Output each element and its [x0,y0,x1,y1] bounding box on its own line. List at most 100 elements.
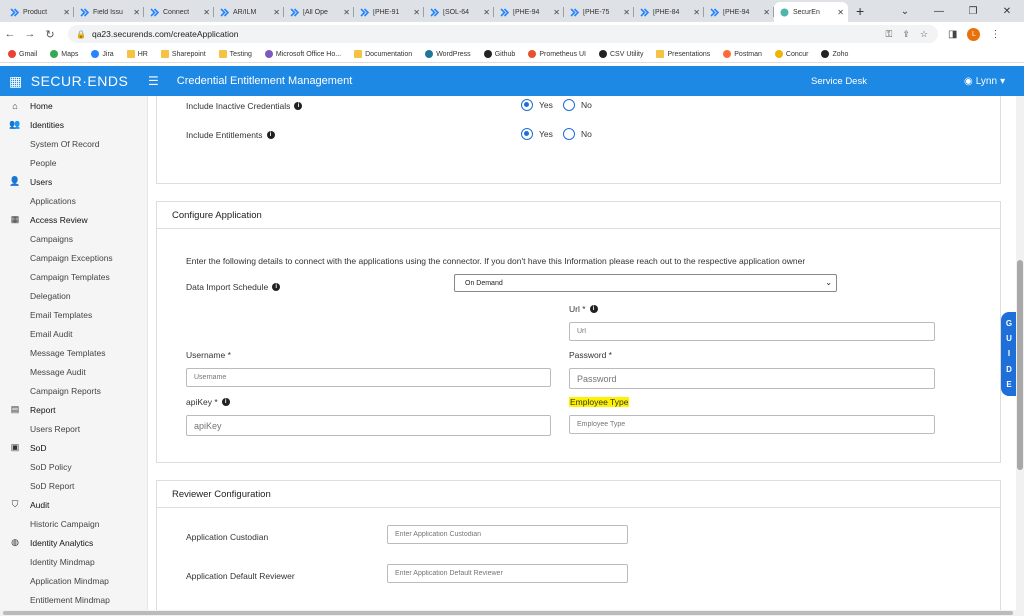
sidebar-item-campaigns[interactable]: Campaigns [0,229,147,248]
sidebar-item-home[interactable]: ⌂ Home [0,96,147,115]
sidebar-item-historic-campaign[interactable]: Historic Campaign [0,514,147,533]
radio-unselected-icon[interactable] [563,128,575,140]
bookmark-item[interactable]: Testing [218,50,252,58]
close-tab-icon[interactable]: ✕ [553,8,560,17]
close-tab-icon[interactable]: ✕ [623,8,630,17]
sidebar-item-access-review[interactable]: ▦ Access Review [0,210,147,229]
sidebar-item-identities[interactable]: 👥 Identities [0,115,147,134]
browser-tab[interactable]: [PHE-75 ✕ [564,2,634,22]
close-tab-icon[interactable]: ✕ [203,8,210,17]
close-tab-icon[interactable]: ✕ [133,8,140,17]
close-window-button[interactable]: ✕ [990,6,1024,17]
back-icon[interactable]: ← [0,28,20,40]
sidebar-item-entitlement-mindmap[interactable]: Entitlement Mindmap [0,590,147,609]
service-desk-link[interactable]: Service Desk [811,76,867,87]
close-tab-icon[interactable]: ✕ [273,8,280,17]
url-input[interactable] [569,322,935,341]
sidepanel-icon[interactable]: ◨ [948,29,957,40]
tab-search-icon[interactable]: ⌄ [888,6,922,17]
sidebar-item-campaign-exceptions[interactable]: Campaign Exceptions [0,248,147,267]
radio-unselected-icon[interactable] [563,99,575,111]
bookmark-item[interactable]: Microsoft Office Ho... [264,50,341,58]
bookmark-item[interactable]: HR [126,50,148,58]
bookmark-item[interactable]: Documentation [354,50,412,58]
url-field[interactable]: 🔒 qa23.securends.com/createApplication ⚿… [68,25,938,43]
key-icon[interactable]: ⚿ [886,29,893,40]
horizontal-scrollbar[interactable] [0,610,1024,616]
apikey-input[interactable] [186,415,551,436]
sidebar-item-audit[interactable]: ⛉ Audit [0,495,147,514]
close-tab-icon[interactable]: ✕ [837,8,844,17]
bookmark-item[interactable]: Sharepoint [160,50,206,58]
close-tab-icon[interactable]: ✕ [693,8,700,17]
scrollbar-thumb[interactable] [1017,260,1023,470]
sidebar-item-application-mindmap[interactable]: Application Mindmap [0,571,147,590]
sidebar-item-email-audit[interactable]: Email Audit [0,324,147,343]
browser-tab[interactable]: Product ✕ [4,2,74,22]
sidebar-item-campaign-templates[interactable]: Campaign Templates [0,267,147,286]
vertical-scrollbar[interactable] [1016,96,1024,610]
sidebar-item-sod[interactable]: ▣ SoD [0,438,147,457]
browser-tab[interactable]: [SOL-64 ✕ [424,2,494,22]
close-tab-icon[interactable]: ✕ [483,8,490,17]
share-icon[interactable]: ⇪ [902,29,910,40]
sidebar-item-applications[interactable]: Applications [0,191,147,210]
info-icon[interactable]: i [589,305,598,313]
sidebar-item-message-templates[interactable]: Message Templates [0,343,147,362]
sidebar-item-people[interactable]: People [0,153,147,172]
bookmark-item[interactable]: Concur [774,50,808,58]
close-tab-icon[interactable]: ✕ [413,8,420,17]
default-reviewer-input[interactable] [387,564,628,583]
browser-tab[interactable]: AR/ILM ✕ [214,2,284,22]
reload-icon[interactable]: ↻ [40,28,60,41]
close-tab-icon[interactable]: ✕ [763,8,770,17]
bookmark-item[interactable]: Zoho [821,50,848,58]
bookmark-item[interactable]: Postman [723,50,762,58]
username-input[interactable] [186,368,551,387]
browser-tab[interactable]: [All Ope ✕ [284,2,354,22]
entitlements-no-radio[interactable]: No [563,128,592,140]
info-icon[interactable]: i [266,131,275,139]
apps-grid-icon[interactable]: ▦ [9,73,23,90]
browser-tab[interactable]: [PHE-94 ✕ [704,2,774,22]
horizontal-scrollbar-thumb[interactable] [3,611,1013,615]
hamburger-menu-icon[interactable]: ☰ [148,74,159,88]
employee-type-input[interactable] [569,415,935,434]
browser-tab[interactable]: Field Issu ✕ [74,2,144,22]
inactive-no-radio[interactable]: No [563,99,592,111]
sidebar-item-email-templates[interactable]: Email Templates [0,305,147,324]
radio-selected-icon[interactable] [521,99,533,111]
close-tab-icon[interactable]: ✕ [343,8,350,17]
info-icon[interactable]: i [294,102,303,110]
profile-avatar[interactable]: L [967,27,981,41]
radio-selected-icon[interactable] [521,128,533,140]
sidebar-item-users-report[interactable]: Users Report [0,419,147,438]
forward-icon[interactable]: → [20,28,40,40]
info-icon[interactable]: i [272,283,281,291]
bookmark-item[interactable]: WordPress [425,50,471,58]
user-menu[interactable]: ◉ Lynn ▾ [964,76,1005,87]
close-tab-icon[interactable]: ✕ [63,8,70,17]
sidebar-item-report[interactable]: ▤ Report [0,400,147,419]
application-custodian-input[interactable] [387,525,628,544]
data-import-schedule-select[interactable]: On Demand ⌄ [454,274,837,292]
bookmark-star-icon[interactable]: ☆ [920,29,928,40]
bookmark-item[interactable]: Maps [50,50,78,58]
inactive-yes-radio[interactable]: Yes [521,99,553,111]
bookmark-item[interactable]: Prometheus UI [528,50,586,58]
minimize-button[interactable]: — [922,6,956,17]
sidebar-item-identity-analytics[interactable]: ◍ Identity Analytics [0,533,147,552]
sidebar-item-users[interactable]: 👤 Users [0,172,147,191]
browser-tab[interactable]: [PHE-91 ✕ [354,2,424,22]
lock-icon[interactable]: 🔒 [76,30,86,39]
sidebar-item-sod-report[interactable]: SoD Report [0,476,147,495]
bookmark-item[interactable]: Gmail [8,50,37,58]
sidebar-item-identity-mindmap[interactable]: Identity Mindmap [0,552,147,571]
password-input[interactable] [569,368,935,389]
new-tab-button[interactable]: + [856,3,864,19]
bookmark-item[interactable]: CSV Utility [599,50,643,58]
entitlements-yes-radio[interactable]: Yes [521,128,553,140]
browser-tab[interactable]: [PHE-94 ✕ [494,2,564,22]
guide-tab[interactable]: GUIDE [1001,312,1017,396]
bookmark-item[interactable]: Jira [91,50,114,58]
